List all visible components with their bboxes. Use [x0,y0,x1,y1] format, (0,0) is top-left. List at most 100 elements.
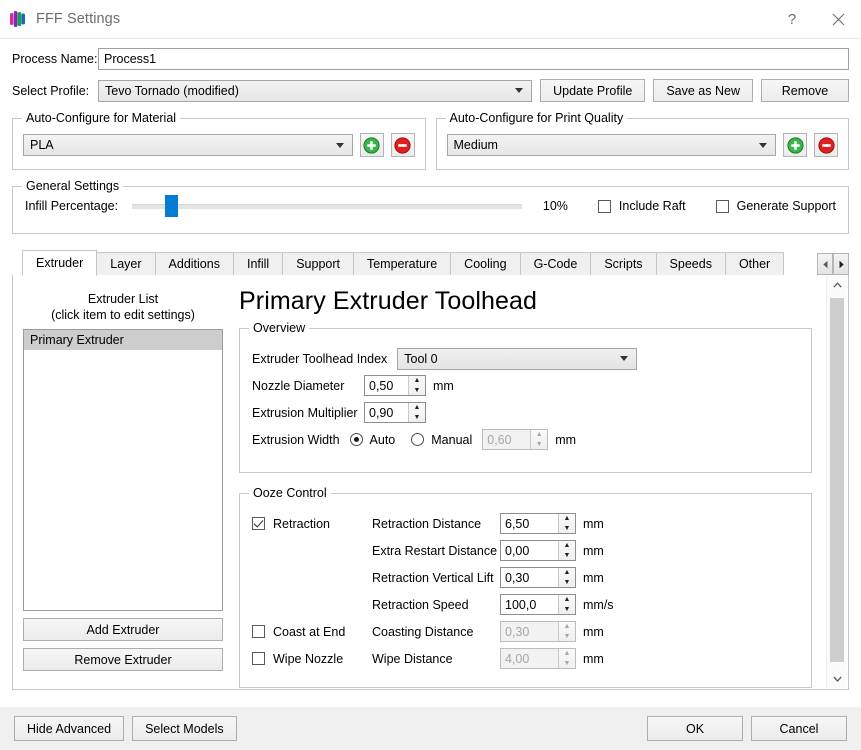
add-extruder-button[interactable]: Add Extruder [23,618,223,641]
retraction-checkbox[interactable]: Retraction [252,517,372,531]
spinner-up-icon[interactable]: ▲ [409,403,425,413]
spinner-up-icon[interactable]: ▲ [559,595,575,605]
tab-scripts[interactable]: Scripts [590,252,657,275]
tab-infill[interactable]: Infill [232,252,284,275]
vertical-scrollbar[interactable] [826,276,847,688]
toolhead-index-select[interactable]: Tool 0 [397,347,638,370]
spinner-buttons[interactable]: ▲ ▼ [558,622,575,641]
cancel-button[interactable]: Cancel [751,716,847,741]
tab-cooling[interactable]: Cooling [450,252,521,275]
update-profile-button[interactable]: Update Profile [540,79,646,102]
coasting-distance-label: Coasting Distance [372,624,474,639]
coast-at-end-row: Coast at End Coasting Distance 0,30 ▲ ▼ [252,618,797,645]
hide-advanced-button[interactable]: Hide Advanced [14,716,125,741]
help-button[interactable]: ? [769,0,815,38]
wipe-distance-spinbox[interactable]: 4,00 ▲ ▼ [500,648,576,669]
print-quality-select-value: Medium [453,138,498,152]
infill-percentage-slider[interactable] [132,194,522,217]
remove-quality-button[interactable] [814,133,838,157]
spinner-buttons[interactable]: ▲ ▼ [558,541,575,560]
tab-support[interactable]: Support [282,252,354,275]
spinner-buttons[interactable]: ▲ ▼ [530,430,548,450]
extrusion-width-manual-radio[interactable] [411,433,425,446]
spinner-buttons[interactable]: ▲ ▼ [558,514,575,533]
scroll-up-button[interactable] [827,276,847,294]
tab-scroll-buttons [817,253,849,275]
tab-scroll-left-button[interactable] [817,253,833,275]
tab-layer[interactable]: Layer [96,252,156,275]
extrusion-multiplier-value: 0,90 [369,405,394,420]
scrollbar-thumb[interactable] [830,298,844,662]
print-quality-select[interactable]: Medium [446,134,776,156]
scroll-down-button[interactable] [827,670,847,688]
retraction-speed-row: Retraction Speed 100,0 ▲ ▼ mm/s [252,591,797,618]
tab-scroll-right-button[interactable] [833,253,849,275]
spinner-up-icon[interactable]: ▲ [559,541,575,551]
coasting-distance-spinbox[interactable]: 0,30 ▲ ▼ [500,621,576,642]
list-item[interactable]: Primary Extruder [24,330,222,350]
ok-button[interactable]: OK [647,716,743,741]
spinner-down-icon[interactable]: ▼ [559,524,575,534]
tab-additions[interactable]: Additions [154,252,234,275]
add-quality-button[interactable] [783,133,807,157]
spinner-buttons[interactable]: ▲ ▼ [558,649,575,668]
spinner-down-icon[interactable]: ▼ [531,440,547,450]
close-button[interactable] [815,0,861,38]
retraction-vertical-lift-spinbox[interactable]: 0,30 ▲ ▼ [500,567,576,588]
spinner-buttons[interactable]: ▲ ▼ [408,403,425,422]
checkbox-box [715,199,729,213]
extruder-listbox[interactable]: Primary Extruder [23,329,223,611]
coast-at-end-checkbox[interactable]: Coast at End [252,625,372,639]
tab-speeds[interactable]: Speeds [655,252,726,275]
retraction-distance-spinbox[interactable]: 6,50 ▲ ▼ [500,513,576,534]
spinner-up-icon[interactable]: ▲ [559,622,575,632]
extrusion-multiplier-spinbox[interactable]: 0,90 ▲ ▼ [364,402,426,423]
generate-support-checkbox[interactable]: Generate Support [715,199,836,213]
spinner-down-icon[interactable]: ▼ [559,551,575,561]
extrusion-width-auto-radio[interactable] [349,433,363,446]
remove-material-button[interactable] [390,133,415,157]
extrusion-width-spinbox[interactable]: 0,60 ▲ ▼ [482,429,549,450]
chevron-left-icon [822,260,827,268]
nozzle-diameter-spinbox[interactable]: 0,50 ▲ ▼ [364,375,426,396]
retraction-vertical-lift-label: Retraction Vertical Lift [372,570,494,585]
process-name-input[interactable] [98,48,849,70]
spinner-up-icon[interactable]: ▲ [531,430,547,440]
spinner-buttons[interactable]: ▲ ▼ [408,376,425,395]
extrusion-width-auto-label: Auto [369,432,396,447]
spinner-down-icon[interactable]: ▼ [409,386,425,396]
spinner-up-icon[interactable]: ▲ [559,568,575,578]
tab-temperature[interactable]: Temperature [352,252,452,275]
tab-other[interactable]: Other [724,252,785,275]
retraction-vertical-lift-value: 0,30 [505,570,530,585]
spinner-down-icon[interactable]: ▼ [559,632,575,642]
tab-gcode[interactable]: G-Code [519,252,592,275]
spinner-up-icon[interactable]: ▲ [409,376,425,386]
spinner-down-icon[interactable]: ▼ [559,659,575,669]
spinner-down-icon[interactable]: ▼ [409,413,425,423]
checkbox-box [252,517,265,530]
retraction-distance-value: 6,50 [505,516,530,531]
remove-extruder-button[interactable]: Remove Extruder [23,648,223,671]
tab-page-content: Extruder List (click item to edit settin… [13,275,826,689]
include-raft-checkbox[interactable]: Include Raft [597,199,686,213]
spinner-buttons[interactable]: ▲ ▼ [558,595,575,614]
infill-slider-handle[interactable] [165,194,179,217]
spinner-down-icon[interactable]: ▼ [559,578,575,588]
extra-restart-distance-spinbox[interactable]: 0,00 ▲ ▼ [500,540,576,561]
remove-profile-button[interactable]: Remove [761,79,849,102]
material-select[interactable]: PLA [23,134,353,156]
select-models-button[interactable]: Select Models [132,716,237,741]
add-material-button[interactable] [359,133,384,157]
tab-extruder[interactable]: Extruder [22,250,98,276]
spinner-up-icon[interactable]: ▲ [559,514,575,524]
spinner-buttons[interactable]: ▲ ▼ [558,568,575,587]
retraction-speed-spinbox[interactable]: 100,0 ▲ ▼ [500,594,576,615]
save-as-new-button[interactable]: Save as New [653,79,753,102]
retraction-label: Retraction [273,516,330,531]
profile-select[interactable]: Tevo Tornado (modified) [98,79,533,102]
wipe-nozzle-checkbox[interactable]: Wipe Nozzle [252,652,372,666]
spinner-down-icon[interactable]: ▼ [559,605,575,615]
spinner-up-icon[interactable]: ▲ [559,649,575,659]
settings-tab-panel: Extruder Layer Additions Infill Support … [12,250,849,690]
